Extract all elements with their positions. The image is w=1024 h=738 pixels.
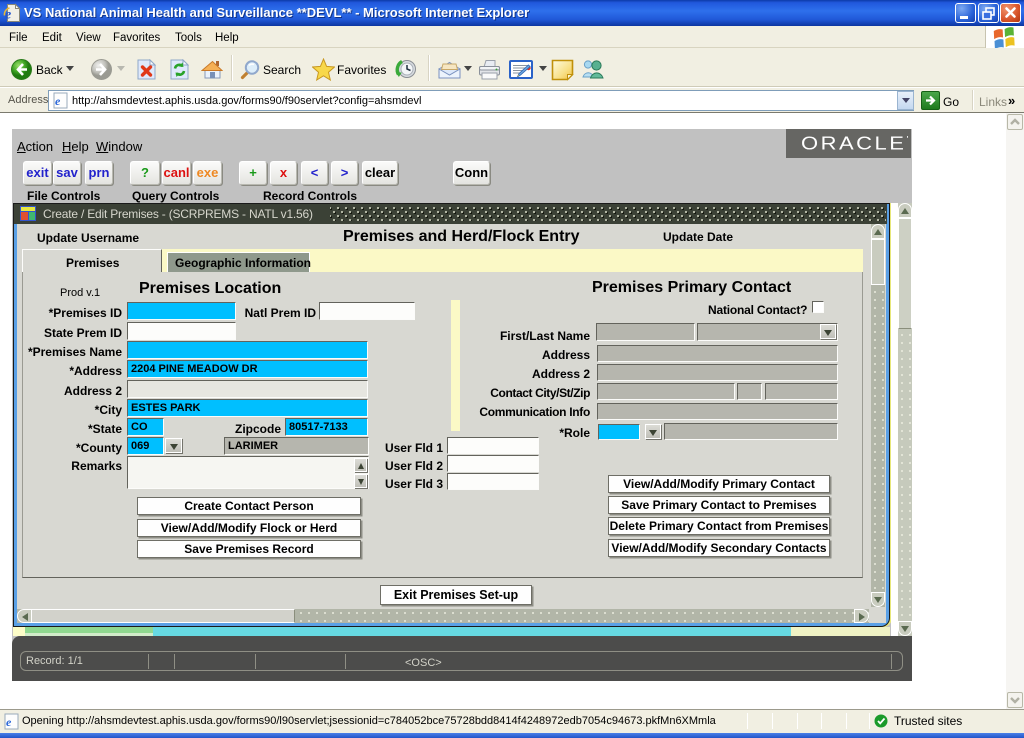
svg-text:e: e [55, 94, 61, 108]
svg-text:e: e [6, 715, 12, 729]
